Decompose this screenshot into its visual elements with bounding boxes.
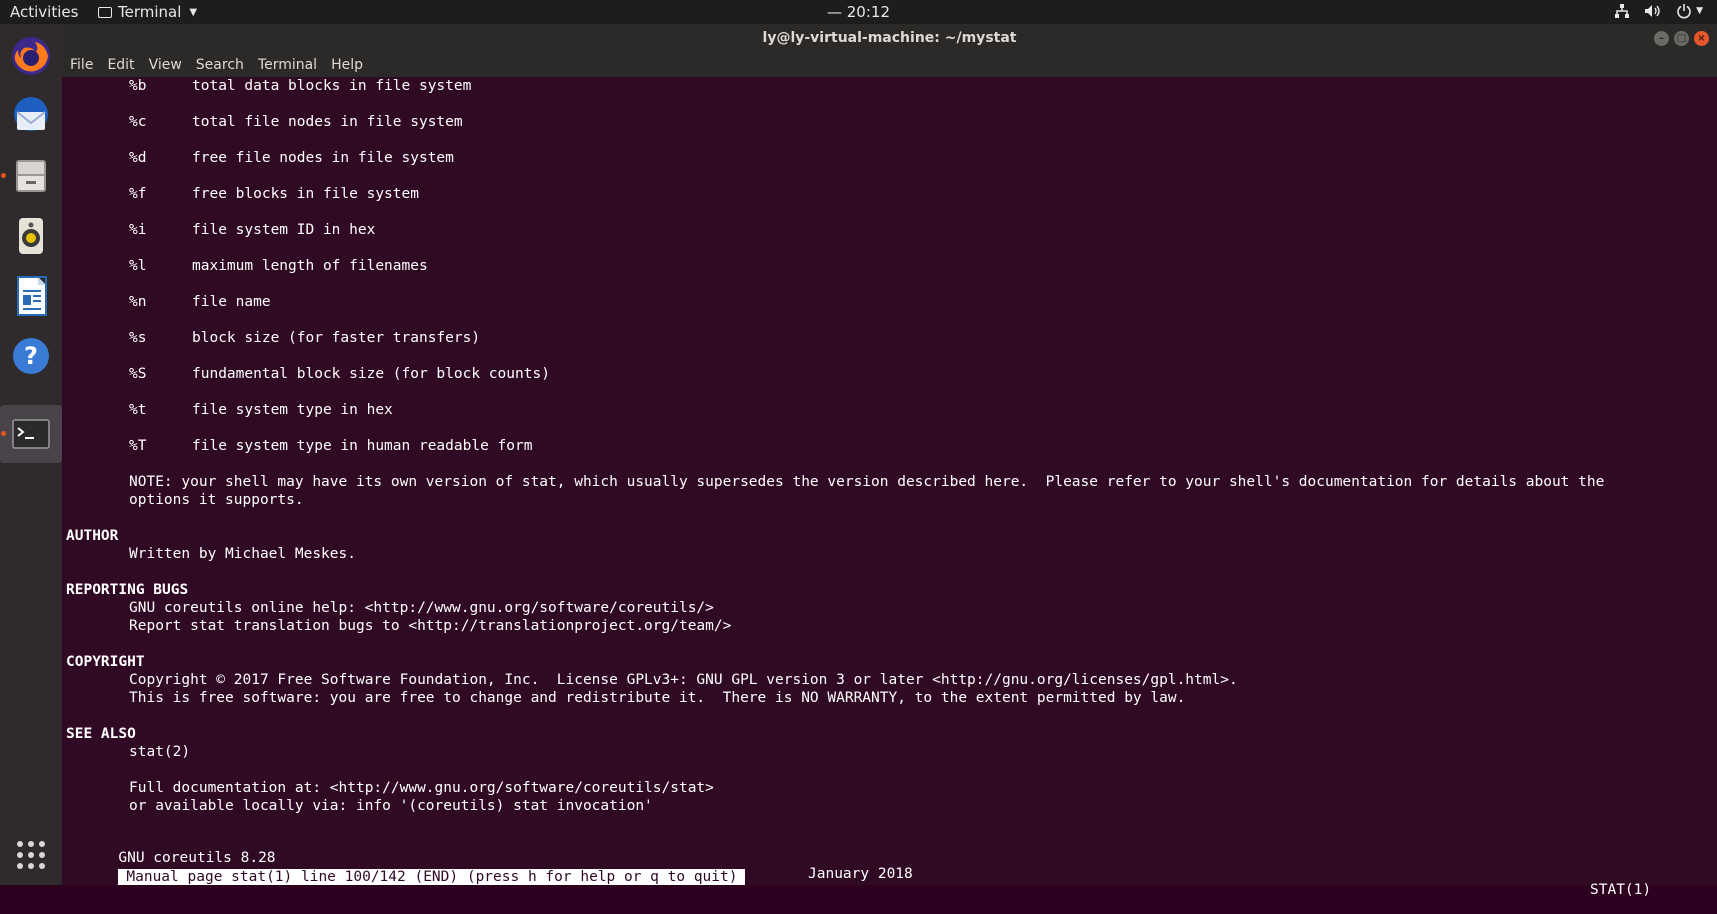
rhythmbox-icon	[19, 218, 43, 254]
copyright-line: This is free software: you are free to c…	[129, 690, 1186, 706]
see-also-line: stat(2)	[129, 744, 191, 760]
note-line: options it supports.	[129, 492, 304, 508]
caret-down-icon: ▼	[1696, 6, 1703, 16]
dock-libreoffice-writer[interactable]	[0, 265, 62, 327]
system-tray[interactable]: ▼	[1614, 3, 1703, 19]
network-icon	[1615, 4, 1630, 18]
dock-help[interactable]: ?	[0, 325, 62, 387]
power-icon	[1677, 4, 1691, 19]
clock[interactable]: — 20:12	[0, 3, 1717, 21]
window-titlebar[interactable]: ly@ly-virtual-machine: ~/mystat – □ ×	[62, 24, 1717, 53]
option-line: %S fundamental block size (for block coun…	[129, 366, 550, 382]
option-line: %T file system type in human readable for…	[129, 438, 533, 454]
dock-thunderbird[interactable]	[0, 85, 62, 147]
window-title: ly@ly-virtual-machine: ~/mystat	[762, 30, 1017, 46]
author-line: Written by Michael Meskes.	[129, 546, 356, 562]
maximize-button[interactable]: □	[1674, 31, 1689, 46]
dock-files[interactable]	[0, 145, 62, 207]
pager-status-line: Manual page stat(1) line 100/142 (END) (…	[66, 853, 746, 901]
section-heading-reporting-bugs: REPORTING BUGS	[66, 582, 189, 598]
menu-terminal[interactable]: Terminal	[258, 57, 317, 73]
close-button[interactable]: ×	[1694, 31, 1709, 46]
copyright-line: Copyright © 2017 Free Software Foundatio…	[129, 672, 1238, 688]
volume-icon	[1645, 5, 1660, 17]
option-line: %t file system type in hex	[129, 402, 393, 418]
bugs-line: GNU coreutils online help: <http://www.g…	[129, 600, 714, 616]
scrollbar[interactable]	[1711, 77, 1717, 885]
note-line: NOTE: your shell may have its own versio…	[129, 474, 1605, 490]
menu-search[interactable]: Search	[196, 57, 244, 73]
section-heading-author: AUTHOR	[66, 528, 119, 544]
pager-status: Manual page stat(1) line 100/142 (END) (…	[118, 869, 746, 885]
dock-terminal[interactable]	[0, 405, 62, 463]
thunderbird-icon	[14, 97, 48, 131]
terminal-window: ly@ly-virtual-machine: ~/mystat – □ × Fi…	[62, 24, 1717, 898]
libreoffice-writer-icon	[17, 276, 47, 316]
minimize-button[interactable]: –	[1654, 31, 1669, 46]
app-grid-icon	[17, 841, 45, 869]
firefox-icon	[12, 37, 50, 75]
footer-right: STAT(1)	[1590, 882, 1652, 898]
help-icon: ?	[13, 338, 49, 374]
footer-center: January 2018	[808, 866, 913, 882]
section-heading-see-also: SEE ALSO	[66, 726, 136, 742]
menu-view[interactable]: View	[149, 57, 182, 73]
option-line: %s block size (for faster transfers)	[129, 330, 481, 346]
bugs-line: Report stat translation bugs to <http://…	[129, 618, 732, 634]
option-line: %b total data blocks in file system	[129, 78, 472, 94]
menu-edit[interactable]: Edit	[107, 57, 134, 73]
dock-rhythmbox[interactable]	[0, 205, 62, 267]
option-line: %n file name	[129, 294, 271, 310]
see-also-line: or available locally via: info '(coreuti…	[129, 798, 653, 814]
option-line: %i file system ID in hex	[129, 222, 376, 238]
menu-bar: File Edit View Search Terminal Help	[62, 53, 1717, 77]
option-line: %c total file nodes in file system	[129, 114, 463, 130]
menu-help[interactable]: Help	[331, 57, 363, 73]
menu-file[interactable]: File	[70, 57, 93, 73]
option-line: %f free blocks in file system	[129, 186, 419, 202]
show-applications-button[interactable]	[0, 824, 62, 886]
option-line: %d free file nodes in file system	[129, 150, 454, 166]
dock-firefox[interactable]	[0, 25, 62, 87]
see-also-line: Full documentation at: <http://www.gnu.o…	[129, 780, 714, 796]
dock: ?	[0, 24, 62, 885]
terminal-icon	[12, 419, 50, 449]
svg-text:?: ?	[24, 342, 38, 370]
files-icon	[16, 160, 46, 192]
top-bar: Activities Terminal ▼ — 20:12 ▼	[0, 0, 1717, 24]
section-heading-copyright: COPYRIGHT	[66, 654, 145, 670]
option-line: %l maximum length of filenames	[129, 258, 428, 274]
terminal-output[interactable]: %b total data blocks in file system %c tot…	[66, 77, 1717, 898]
